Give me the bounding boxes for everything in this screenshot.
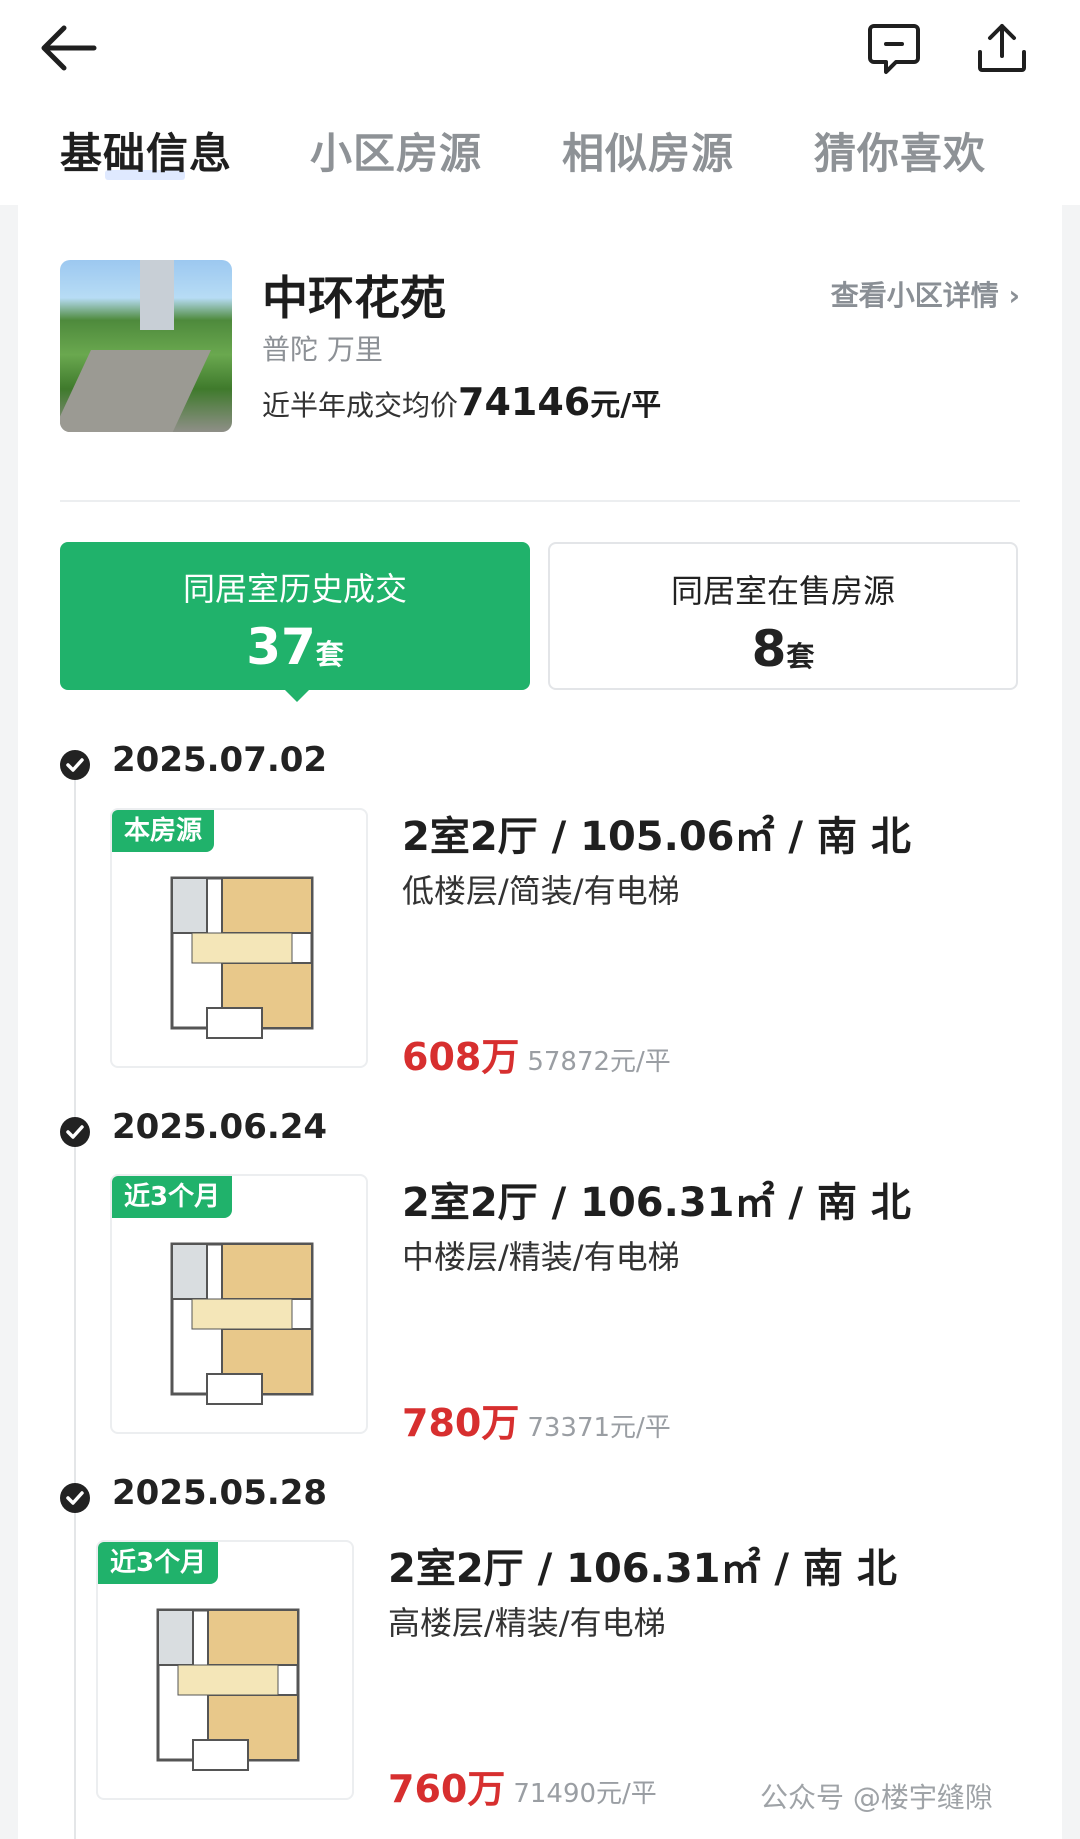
average-price-label: 近半年成交均价	[262, 389, 459, 422]
feedback-icon[interactable]	[866, 20, 922, 76]
on-sale-tab[interactable]: 同居室在售房源 8套	[548, 542, 1018, 690]
on-sale-count: 8	[751, 620, 787, 678]
deal-price: 760万 71490元/平	[388, 1758, 657, 1813]
listing-tag: 近3个月	[98, 1542, 219, 1584]
community-region: 普陀 万里	[262, 333, 383, 366]
listing-tag: 本房源	[112, 810, 215, 852]
community-detail-link[interactable]: 查看小区详情 ›	[831, 274, 1020, 314]
watermark: 公众号 @楼宇缝隙	[760, 1781, 993, 1814]
unit-price: 71490元/平	[513, 1779, 657, 1809]
average-price: 近半年成交均价74146元/平	[262, 380, 661, 424]
tab-basic-info[interactable]: 基础信息	[60, 120, 232, 181]
timeline-line	[74, 770, 76, 1839]
listing-tag: 近3个月	[112, 1176, 233, 1218]
deal-price: 780万 73371元/平	[402, 1392, 671, 1447]
listing-title: 2室2厅 / 106.31㎡ / 南 北	[388, 1546, 897, 1592]
community-photo[interactable]	[60, 260, 232, 432]
deal-price: 608万 57872元/平	[402, 1026, 671, 1081]
check-circle-icon	[60, 1483, 90, 1513]
listing-details: 低楼层/简装/有电梯	[402, 872, 680, 910]
count-suffix: 套	[786, 640, 815, 673]
floor-plan-icon	[170, 1242, 314, 1405]
floor-plan-image[interactable]: 近3个月	[96, 1540, 354, 1800]
listing-details: 高楼层/精装/有电梯	[388, 1604, 666, 1642]
top-bar: 基础信息 小区房源 相似房源 猜你喜欢	[0, 0, 1080, 205]
deal-price-value: 780万	[402, 1401, 520, 1445]
count-suffix: 套	[315, 638, 344, 671]
tab-community-listings[interactable]: 小区房源	[310, 120, 482, 181]
floor-plan-icon	[156, 1608, 300, 1771]
tab-similar-listings[interactable]: 相似房源	[562, 120, 734, 181]
average-price-unit: 元/平	[590, 388, 662, 423]
floor-plan-image[interactable]: 近3个月	[110, 1174, 368, 1434]
record-date: 2025.07.02	[112, 740, 328, 780]
on-sale-label: 同居室在售房源	[670, 572, 895, 610]
deal-price-value: 608万	[402, 1035, 520, 1079]
community-name: 中环花苑	[262, 271, 446, 325]
deal-price-value: 760万	[388, 1767, 506, 1811]
listing-details: 中楼层/精装/有电梯	[402, 1238, 680, 1276]
floor-plan-image[interactable]: 本房源	[110, 808, 368, 1068]
tab-recommendations[interactable]: 猜你喜欢	[814, 120, 986, 181]
active-stat-pointer	[283, 688, 311, 702]
average-price-value: 74146	[458, 380, 591, 424]
listing-title: 2室2厅 / 106.31㎡ / 南 北	[402, 1180, 911, 1226]
history-sold-label: 同居室历史成交	[182, 570, 407, 608]
history-sold-tab[interactable]: 同居室历史成交 37套	[60, 542, 530, 690]
history-sold-count: 37	[246, 618, 316, 676]
unit-price: 57872元/平	[527, 1047, 671, 1077]
listing-title: 2室2厅 / 105.06㎡ / 南 北	[402, 814, 911, 860]
divider	[60, 500, 1020, 502]
floor-plan-icon	[170, 876, 314, 1039]
record-date: 2025.06.24	[112, 1107, 328, 1147]
unit-price: 73371元/平	[527, 1413, 671, 1443]
share-icon[interactable]	[974, 20, 1030, 76]
record-date: 2025.05.28	[112, 1473, 328, 1513]
back-arrow-icon[interactable]	[38, 22, 98, 74]
check-circle-icon	[60, 750, 90, 780]
check-circle-icon	[60, 1117, 90, 1147]
